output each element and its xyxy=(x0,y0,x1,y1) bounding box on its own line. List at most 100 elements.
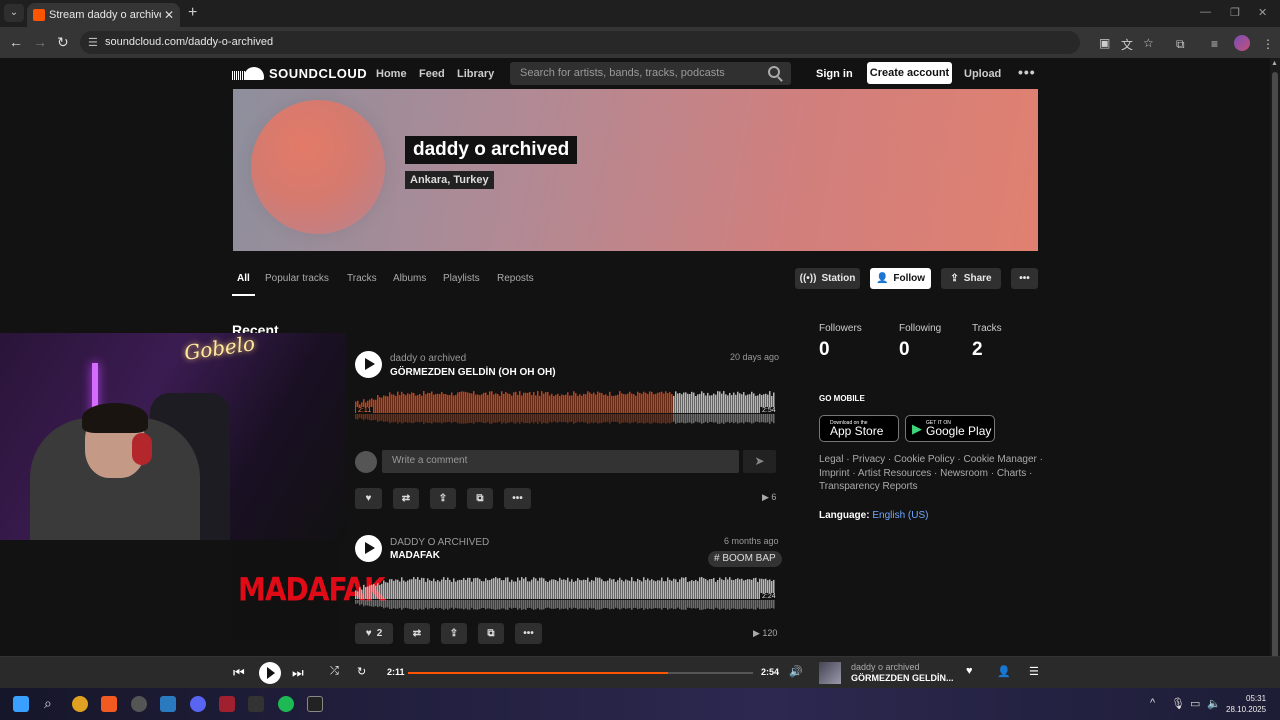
tray-expand-icon[interactable]: ^ xyxy=(1150,697,1155,709)
tab-popular-tracks[interactable]: Popular tracks xyxy=(265,273,329,284)
search-input[interactable] xyxy=(520,67,760,79)
next-icon[interactable]: ⏭ xyxy=(292,665,304,681)
followers-label[interactable]: Followers xyxy=(819,323,862,334)
install-app-icon[interactable]: ▣ xyxy=(1099,36,1110,50)
previous-icon[interactable]: ⏮ xyxy=(233,665,245,681)
now-playing-artist[interactable]: daddy o archived xyxy=(851,662,920,672)
repeat-icon[interactable]: ↻ xyxy=(357,665,366,678)
chrome-icon[interactable] xyxy=(72,696,88,712)
track-2-tag[interactable]: # BOOM BAP xyxy=(708,551,782,567)
track-1-share-button[interactable]: ⇪ xyxy=(430,488,456,509)
url-text[interactable]: soundcloud.com/daddy-o-archived xyxy=(105,36,273,48)
track-1-play-button[interactable] xyxy=(355,351,382,378)
volume-tray-icon[interactable]: 🔈 xyxy=(1207,697,1221,710)
taskbar-clock[interactable]: 05:31 28.10.2025 xyxy=(1226,693,1266,715)
player-play-button[interactable] xyxy=(259,662,281,684)
app-icon[interactable] xyxy=(219,696,235,712)
bookmark-star-icon[interactable]: ☆ xyxy=(1143,36,1154,50)
browser-menu-icon[interactable]: ⋮ xyxy=(1262,37,1274,51)
track-2-share-button[interactable]: ⇪ xyxy=(441,623,467,644)
media-controls-icon[interactable]: ≡ xyxy=(1211,37,1218,51)
upload-link[interactable]: Upload xyxy=(964,68,1001,80)
forward-icon[interactable]: → xyxy=(33,34,47,50)
window-close-icon[interactable]: ✕ xyxy=(1258,6,1267,19)
site-info-icon[interactable]: ☰ xyxy=(88,36,98,49)
browser-tab[interactable]: Stream daddy o archived music ✕ xyxy=(27,3,180,27)
taskbar-search-icon[interactable]: ⌕ xyxy=(44,695,52,712)
tab-tracks[interactable]: Tracks xyxy=(347,273,377,284)
comment-input[interactable] xyxy=(392,455,712,466)
search-box[interactable] xyxy=(510,62,791,85)
track-2-waveform[interactable] xyxy=(355,573,776,615)
create-account-button[interactable]: Create account xyxy=(867,62,952,84)
battle-net-icon[interactable] xyxy=(160,696,176,712)
soundcloud-logo[interactable]: SOUNDCLOUD xyxy=(232,66,367,81)
windows-start-icon[interactable] xyxy=(13,696,29,712)
profile-avatar[interactable] xyxy=(1234,35,1250,51)
tab-playlists[interactable]: Playlists xyxy=(443,273,480,284)
tab-list-button[interactable]: ⌄ xyxy=(4,4,24,22)
microphone-icon[interactable]: 🎙 xyxy=(1171,697,1185,710)
followers-count[interactable]: 0 xyxy=(819,339,830,361)
track-2-title[interactable]: MADAFAK xyxy=(390,550,440,561)
terminal-icon[interactable] xyxy=(248,696,264,712)
track-1-repost-button[interactable]: ⇄ xyxy=(393,488,419,509)
track-2-play-button[interactable] xyxy=(355,535,382,562)
shuffle-icon[interactable]: ⤮ xyxy=(330,665,339,678)
tab-all[interactable]: All xyxy=(237,273,250,284)
track-1-waveform[interactable] xyxy=(355,387,776,429)
search-icon[interactable] xyxy=(768,66,780,78)
language-value[interactable]: English (US) xyxy=(872,510,928,521)
now-playing-artwork[interactable] xyxy=(819,662,841,684)
network-icon[interactable]: ▭ xyxy=(1190,697,1200,710)
nav-home[interactable]: Home xyxy=(376,68,407,80)
tab-albums[interactable]: Albums xyxy=(393,273,426,284)
more-options-icon[interactable]: ••• xyxy=(1018,64,1036,80)
now-playing-title[interactable]: GÖRMEZDEN GELDİN... xyxy=(851,673,954,683)
translate-icon[interactable]: 文 xyxy=(1121,36,1133,53)
track-2-copy-link-button[interactable]: ⧉ xyxy=(478,623,504,644)
track-2-artwork[interactable]: MADAFAK xyxy=(233,540,386,641)
track-1-like-button[interactable]: ♥ xyxy=(355,488,382,509)
follow-artist-icon[interactable]: 👤 xyxy=(997,665,1011,678)
comment-field[interactable] xyxy=(382,450,739,473)
station-button[interactable]: ((•)) Station xyxy=(795,268,860,289)
send-comment-icon[interactable]: ➤ xyxy=(743,450,776,473)
restore-icon[interactable]: ❐ xyxy=(1230,6,1240,19)
nav-feed[interactable]: Feed xyxy=(419,68,445,80)
spotify-icon[interactable] xyxy=(278,696,294,712)
epic-games-icon[interactable] xyxy=(307,696,323,712)
nav-library[interactable]: Library xyxy=(457,68,494,80)
track-2-artist[interactable]: DADDY O ARCHIVED xyxy=(390,537,489,548)
language-selector[interactable]: Language: English (US) xyxy=(819,510,928,521)
page-scrollbar[interactable]: ▲ xyxy=(1270,58,1280,678)
track-1-artist[interactable]: daddy o archived xyxy=(390,353,466,364)
like-icon[interactable]: ♥ xyxy=(966,665,973,677)
track-1-title[interactable]: GÖRMEZDEN GELDİN (OH OH OH) xyxy=(390,367,556,378)
obs-icon[interactable] xyxy=(131,696,147,712)
follow-button[interactable]: 👤 Follow xyxy=(870,268,931,289)
tracks-label[interactable]: Tracks xyxy=(972,323,1002,334)
tab-close-icon[interactable]: ✕ xyxy=(164,8,174,22)
minimize-icon[interactable]: — xyxy=(1200,6,1211,18)
profile-more-button[interactable]: ••• xyxy=(1011,268,1038,289)
tracks-count[interactable]: 2 xyxy=(972,339,983,361)
discord-icon[interactable] xyxy=(190,696,206,712)
track-2-repost-button[interactable]: ⇄ xyxy=(404,623,430,644)
scroll-thumb[interactable] xyxy=(1272,72,1278,678)
track-2-more-button[interactable]: ••• xyxy=(515,623,542,644)
new-tab-button[interactable]: + xyxy=(188,4,197,22)
omnibox[interactable]: ☰ soundcloud.com/daddy-o-archived ▣ 文 ☆ xyxy=(80,31,1154,54)
track-1-copy-link-button[interactable]: ⧉ xyxy=(467,488,493,509)
track-1-more-button[interactable]: ••• xyxy=(504,488,531,509)
track-2-like-button[interactable]: ♥ 2 xyxy=(355,623,393,644)
brave-icon[interactable] xyxy=(101,696,117,712)
following-count[interactable]: 0 xyxy=(899,339,910,361)
volume-icon[interactable]: 🔊 xyxy=(789,665,803,678)
scroll-up-icon[interactable]: ▲ xyxy=(1271,60,1278,67)
following-label[interactable]: Following xyxy=(899,323,941,334)
reload-icon[interactable]: ↻ xyxy=(57,34,69,51)
google-play-badge[interactable]: ▶ GET IT ON Google Play xyxy=(905,415,995,442)
share-button[interactable]: ⇪ Share xyxy=(941,268,1001,289)
extensions-icon[interactable]: ⧉ xyxy=(1176,37,1185,52)
